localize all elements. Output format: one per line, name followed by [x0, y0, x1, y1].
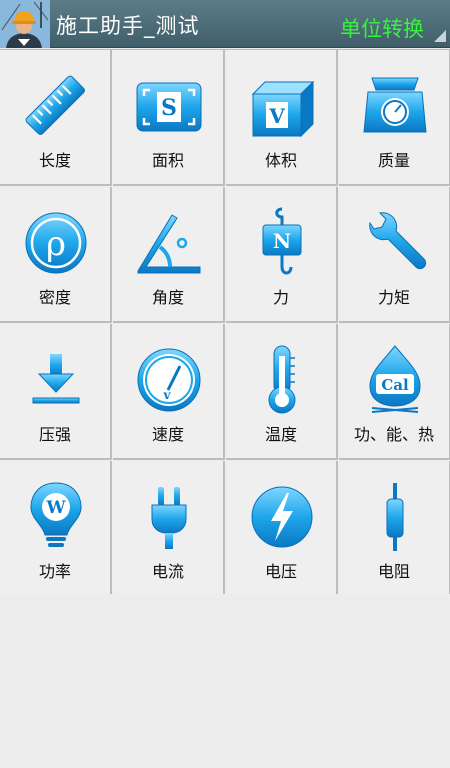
thermometer-icon: [268, 345, 296, 414]
speedometer-icon: v: [137, 348, 201, 412]
lightbulb-icon: W: [30, 482, 82, 547]
unit-current[interactable]: 电流: [113, 461, 225, 597]
lightning-icon: [251, 486, 313, 548]
svg-text:v: v: [163, 388, 172, 402]
unit-label: 长度: [38, 151, 71, 170]
volume-letter: V: [268, 104, 285, 128]
energy-letter: Cal: [381, 376, 409, 394]
unit-volume[interactable]: V 体积: [226, 50, 338, 186]
unit-label: 功、能、热: [353, 425, 434, 444]
density-letter: ρ: [46, 224, 66, 264]
unit-resistance[interactable]: 电阻: [339, 461, 450, 597]
unit-voltage[interactable]: 电压: [226, 461, 338, 597]
unit-label: 质量: [377, 151, 410, 170]
empty-area: [0, 594, 450, 768]
unit-force[interactable]: N 力: [226, 187, 338, 323]
resistor-icon: [386, 483, 404, 551]
unit-label: 面积: [151, 151, 184, 170]
unit-label: 电流: [151, 562, 184, 581]
unit-area[interactable]: S 面积: [113, 50, 225, 186]
unit-label: 力矩: [377, 288, 410, 307]
unit-length[interactable]: 长度: [0, 50, 112, 186]
scale-icon: [363, 77, 427, 133]
unit-energy[interactable]: Cal 功、能、热: [339, 324, 450, 460]
unit-label: 密度: [38, 288, 71, 307]
unit-label: 体积: [264, 151, 297, 170]
unit-torque[interactable]: 力矩: [339, 187, 450, 323]
unit-label: 角度: [151, 288, 184, 307]
unit-label: 力: [272, 288, 289, 307]
unit-density[interactable]: ρ 密度: [0, 187, 112, 323]
unit-pressure[interactable]: 压强: [0, 324, 112, 460]
angle-icon: [137, 214, 201, 274]
power-letter: W: [45, 498, 66, 518]
area-icon: S: [136, 82, 202, 132]
unit-label: 温度: [264, 425, 297, 444]
ruler-icon: [25, 75, 85, 135]
app-header: 施工助手_测试 单位转换: [0, 0, 450, 48]
unit-label: 速度: [151, 425, 184, 444]
avatar[interactable]: [0, 0, 50, 48]
app-title: 施工助手_测试: [56, 14, 200, 38]
unit-conversion-menu[interactable]: 单位转换: [330, 0, 450, 48]
unit-mass[interactable]: 质量: [339, 50, 450, 186]
wrench-icon: [369, 212, 427, 270]
unit-label: 压强: [38, 425, 71, 444]
unit-grid: 长度 S 面积 V 体积 质量 ρ 密度 角度 N 力 力矩 压强 v 速度 温…: [0, 49, 450, 597]
density-icon: ρ: [25, 212, 87, 274]
unit-speed[interactable]: v 速度: [113, 324, 225, 460]
unit-angle[interactable]: 角度: [113, 187, 225, 323]
worker-avatar-icon: [0, 0, 50, 48]
unit-label: 电压: [264, 562, 297, 581]
unit-temperature[interactable]: 温度: [226, 324, 338, 460]
unit-label: 电阻: [377, 562, 410, 581]
plug-icon: [151, 487, 187, 549]
energy-icon: Cal: [369, 345, 421, 413]
unit-label: 功率: [38, 562, 71, 581]
force-icon: N: [262, 207, 302, 275]
pressure-icon: [32, 354, 80, 404]
dropdown-corner-icon: [434, 30, 446, 42]
menu-label: 单位转换: [340, 17, 424, 41]
volume-icon: V: [251, 80, 315, 138]
area-letter: S: [161, 95, 177, 121]
unit-power[interactable]: W 功率: [0, 461, 112, 597]
force-letter: N: [273, 229, 291, 253]
